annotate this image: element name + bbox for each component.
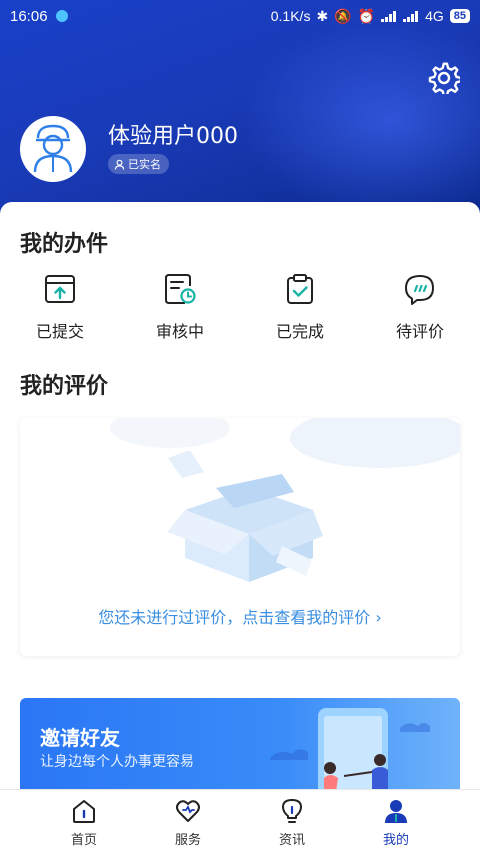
task-reviewing[interactable]: 审核中 <box>120 272 240 342</box>
task-label: 待评价 <box>395 322 444 341</box>
my-reviews-title: 我的评价 <box>20 374 109 399</box>
task-label: 已提交 <box>35 322 84 341</box>
username: 体验用户000 <box>108 124 238 149</box>
verified-label: 已实名 <box>128 158 161 171</box>
notification-dot-icon <box>55 10 68 22</box>
user-avatar-icon <box>33 124 73 173</box>
my-tasks-row: 已提交 审核中 已完成 待评价 <box>0 272 480 342</box>
tab-label: 资讯 <box>278 833 305 848</box>
tab-label: 我的 <box>382 833 409 848</box>
task-label: 审核中 <box>155 322 204 341</box>
settings-gear-icon[interactable] <box>428 62 460 94</box>
alarm-icon: ⏰ <box>357 7 376 24</box>
tab-news[interactable]: 资讯 <box>240 790 344 853</box>
network-speed: 0.1K/s <box>270 8 311 24</box>
task-submitted[interactable]: 已提交 <box>0 272 120 342</box>
heart-icon <box>176 800 200 822</box>
profile-header: 16:06 0.1K/s ✱ 🔕 ⏰ 4G 85 体验用户000 已实名 <box>0 0 480 215</box>
battery-icon: 85 <box>449 9 470 23</box>
status-time: 16:06 <box>10 7 48 25</box>
reviewing-icon <box>165 274 196 304</box>
bluetooth-icon: ✱ <box>316 7 329 24</box>
invite-friends-banner[interactable]: 邀请好友 让身边每个人办事更容易 <box>20 698 460 790</box>
network-type: 4G <box>425 8 444 24</box>
tab-label: 首页 <box>70 833 97 848</box>
status-bar: 16:06 0.1K/s ✱ 🔕 ⏰ 4G 85 <box>0 0 480 32</box>
signal-icon <box>381 10 397 22</box>
tab-services[interactable]: 服务 <box>136 790 240 853</box>
view-my-reviews-link[interactable]: 您还未进行过评价，点击查看我的评价 › <box>20 604 460 628</box>
person-icon <box>114 159 125 170</box>
tab-mine[interactable]: 我的 <box>344 790 448 853</box>
pending-review-icon <box>405 275 434 305</box>
empty-box-illustration <box>110 418 460 582</box>
completed-icon <box>287 274 313 304</box>
avatar[interactable] <box>20 116 86 182</box>
task-pending-review[interactable]: 待评价 <box>360 272 480 342</box>
tab-home[interactable]: 首页 <box>32 790 136 853</box>
verified-badge: 已实名 <box>108 154 169 174</box>
lightbulb-icon <box>282 799 302 823</box>
task-completed[interactable]: 已完成 <box>240 272 360 342</box>
mute-icon: 🔕 <box>334 7 352 24</box>
bottom-tab-bar: 首页 服务 资讯 我的 <box>0 789 480 853</box>
tab-label: 服务 <box>174 833 201 848</box>
status-right: 0.1K/s ✱ 🔕 ⏰ 4G 85 <box>271 8 470 25</box>
invite-subtitle: 让身边每个人办事更容易 <box>40 754 194 770</box>
header-glow <box>240 20 480 215</box>
home-icon <box>73 800 95 823</box>
signal-icon-2 <box>403 10 419 22</box>
my-tasks-title: 我的办件 <box>20 232 109 257</box>
reviews-empty-card: 您还未进行过评价，点击查看我的评价 › <box>20 418 460 656</box>
invite-title: 邀请好友 <box>40 726 120 750</box>
task-label: 已完成 <box>275 322 324 341</box>
submitted-icon <box>45 275 75 303</box>
user-icon <box>385 800 407 823</box>
